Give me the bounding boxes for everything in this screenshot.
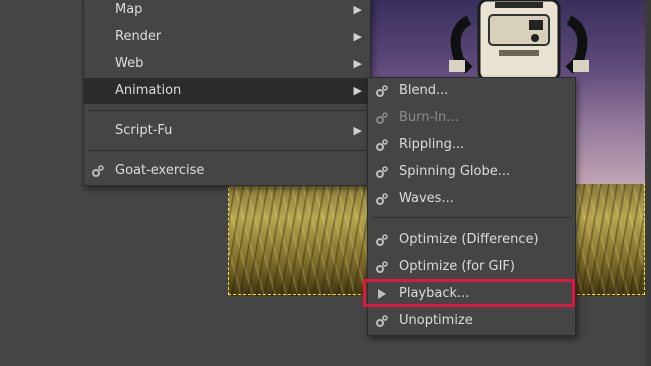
menu-item-goat-exercise[interactable]: Goat-exercise <box>84 158 370 184</box>
menu-item-label: Optimize (for GIF) <box>399 259 515 274</box>
menu-item-label: Web <box>115 56 144 71</box>
gear-icon <box>376 139 388 151</box>
menu-item-optimize-difference[interactable]: Optimize (Difference) <box>368 227 575 253</box>
menu-item-spinning-globe[interactable]: Spinning Globe... <box>368 159 575 185</box>
menu-item-blend[interactable]: Blend... <box>368 78 575 104</box>
gear-icon <box>376 234 388 246</box>
menu-item-label: Spinning Globe... <box>399 164 511 179</box>
menu-item-unoptimize[interactable]: Unoptimize <box>368 308 575 334</box>
menu-item-label: Render <box>115 29 162 44</box>
menu-item-label: Map <box>115 2 143 17</box>
menu-item-script-fu[interactable]: Script-Fu ▶ <box>84 118 370 144</box>
menu-item-label: Animation <box>115 83 182 98</box>
menu-item-map[interactable]: Map ▶ <box>84 0 370 23</box>
gear-icon <box>376 261 388 273</box>
menu-item-waves[interactable]: Waves... <box>368 186 575 212</box>
gear-icon <box>92 165 104 177</box>
menu-item-label: Waves... <box>399 191 454 206</box>
menu-item-web[interactable]: Web ▶ <box>84 51 370 77</box>
menu-item-optimize-gif[interactable]: Optimize (for GIF) <box>368 254 575 280</box>
menu-item-animation[interactable]: Animation ▶ <box>84 78 370 104</box>
menu-separator <box>372 217 571 218</box>
gear-icon <box>376 193 388 205</box>
gear-icon <box>376 85 388 97</box>
canvas-edge <box>645 0 651 366</box>
menu-item-label: Rippling... <box>399 137 465 152</box>
menu-item-label: Script-Fu <box>115 123 173 138</box>
gear-icon <box>376 112 388 124</box>
menu-item-label: Optimize (Difference) <box>399 232 539 247</box>
menu-item-label: Burn-In... <box>399 110 459 125</box>
menu-separator <box>88 110 366 111</box>
filters-menu: Map ▶ Render ▶ Web ▶ Animation ▶ Script-… <box>83 0 371 186</box>
menu-item-rippling[interactable]: Rippling... <box>368 132 575 158</box>
chevron-right-icon: ▶ <box>353 57 362 70</box>
menu-item-burn-in: Burn-In... <box>368 105 575 131</box>
chevron-right-icon: ▶ <box>353 3 362 16</box>
menu-separator <box>88 150 366 151</box>
gear-icon <box>376 315 388 327</box>
menu-item-label: Unoptimize <box>399 313 473 328</box>
menu-item-label: Goat-exercise <box>115 163 205 178</box>
menu-item-label: Blend... <box>399 83 449 98</box>
chevron-right-icon: ▶ <box>353 124 362 137</box>
gear-icon <box>376 166 388 178</box>
menu-item-render[interactable]: Render ▶ <box>84 24 370 50</box>
chevron-right-icon: ▶ <box>353 30 362 43</box>
annotation-highlight-box <box>363 279 575 307</box>
chevron-right-icon: ▶ <box>353 84 362 97</box>
